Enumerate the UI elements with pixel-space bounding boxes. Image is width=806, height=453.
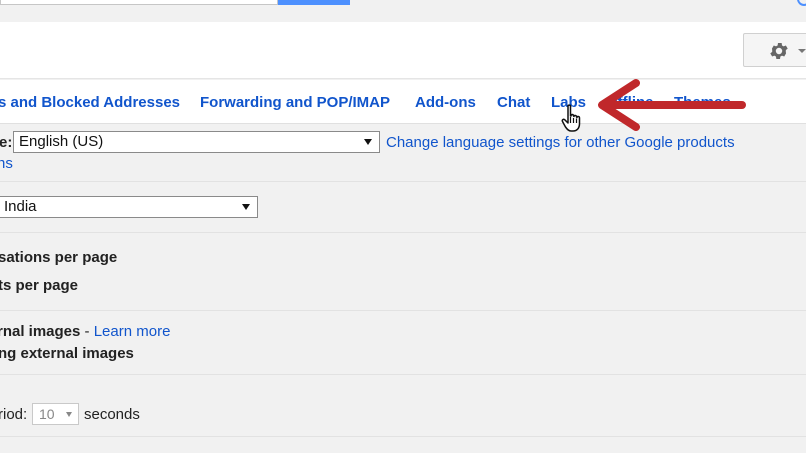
- tab-forwarding-pop-imap[interactable]: Forwarding and POP/IMAP: [200, 94, 390, 111]
- images-separator: -: [80, 323, 94, 340]
- chevron-down-icon: [798, 49, 806, 53]
- contacts-per-page-label: ts per page: [0, 277, 79, 294]
- undo-send-label: riod:: [0, 406, 28, 423]
- country-row: India: [0, 182, 806, 233]
- red-arrow-icon: [598, 79, 746, 131]
- chevron-down-icon: [364, 139, 372, 145]
- country-select[interactable]: India: [0, 196, 258, 218]
- undo-send-unit: seconds: [84, 406, 140, 423]
- gear-icon: [770, 43, 788, 59]
- undo-send-select[interactable]: 10: [32, 403, 79, 425]
- images-row: rnal images - Learn more ng external ima…: [0, 311, 806, 375]
- page-size-row: sations per page ts per page: [0, 233, 806, 311]
- learn-more-link[interactable]: Learn more: [94, 323, 171, 340]
- top-bar: [0, 0, 806, 22]
- undo-send-row: riod: seconds: [0, 375, 806, 437]
- country-select-value: India: [4, 198, 37, 215]
- hand-pointer-icon: [561, 104, 581, 132]
- settings-header: [0, 22, 806, 79]
- language-label: e:: [0, 134, 13, 151]
- tab-filters-blocked[interactable]: s and Blocked Addresses: [0, 94, 180, 111]
- images-label-line: rnal images - Learn more: [0, 323, 170, 340]
- tab-chat[interactable]: Chat: [497, 94, 530, 111]
- settings-gear-button[interactable]: [743, 33, 806, 67]
- conversations-per-page-label: sations per page: [0, 249, 118, 266]
- settings-content: e: English (US) Change language settings…: [0, 124, 806, 453]
- chevron-down-icon: [66, 412, 72, 417]
- language-second-link[interactable]: ns: [0, 155, 13, 172]
- change-language-link[interactable]: Change language settings for other Googl…: [386, 134, 735, 151]
- account-corner[interactable]: [797, 0, 806, 6]
- tab-add-ons[interactable]: Add-ons: [415, 94, 476, 111]
- language-select-value: English (US): [19, 133, 104, 150]
- language-select[interactable]: English (US): [13, 131, 380, 153]
- search-input[interactable]: [0, 0, 278, 5]
- search-button[interactable]: [278, 0, 350, 5]
- images-label: rnal images: [0, 323, 81, 340]
- external-images-option[interactable]: ng external images: [0, 345, 134, 362]
- undo-send-value: 10: [39, 406, 55, 422]
- chevron-down-icon: [242, 204, 250, 210]
